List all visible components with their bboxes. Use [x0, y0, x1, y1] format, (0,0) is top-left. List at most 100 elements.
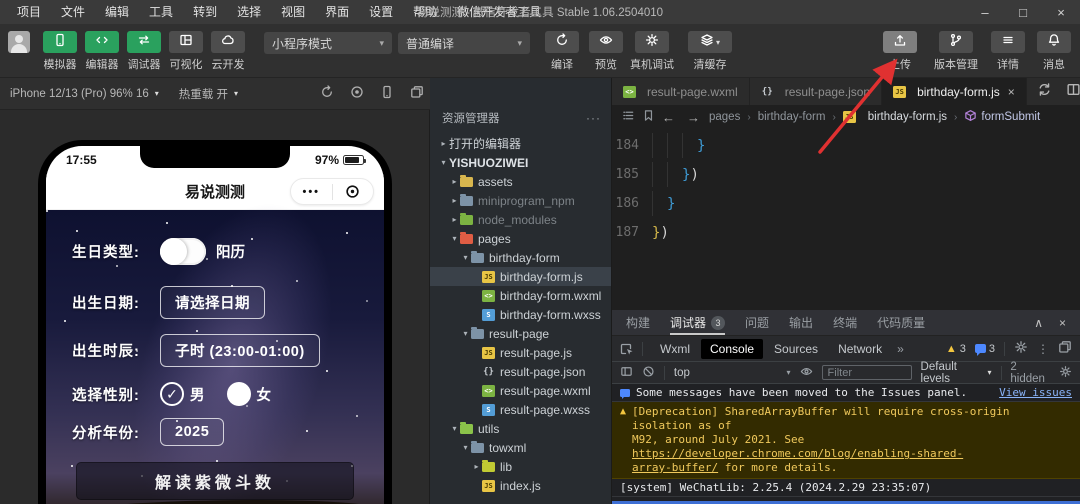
menu-item-1[interactable]: 文件 [52, 0, 94, 24]
file-tree-item[interactable]: Sresult-page.wxss [430, 400, 611, 419]
file-tree-item[interactable]: JS result-page.js [430, 343, 611, 362]
device-debug-button[interactable] [635, 31, 669, 53]
clear-cache-action[interactable]: ▾ 清缓存 [684, 31, 736, 72]
visualization-button[interactable] [169, 31, 203, 53]
more-tabs-icon[interactable]: » [893, 342, 908, 356]
year-input[interactable]: 2025 [160, 418, 225, 446]
menu-item-4[interactable]: 转到 [184, 0, 226, 24]
gender-option-male[interactable]: ✓ 男 [160, 382, 205, 406]
file-tree-item[interactable]: JS index.js [430, 476, 611, 495]
close-tab-icon[interactable]: × [1008, 85, 1015, 99]
file-tree-item[interactable]: <> result-page.wxml [430, 381, 611, 400]
clear-console-icon[interactable] [642, 365, 655, 381]
messages-action[interactable]: 消息 [1032, 31, 1076, 72]
code-area[interactable]: 184} 185}) 186} 187}) [612, 129, 1080, 247]
menu-item-5[interactable]: 选择 [228, 0, 270, 24]
menu-item-8[interactable]: 设置 [360, 0, 402, 24]
gear-icon[interactable] [1014, 340, 1028, 357]
warning-link[interactable]: array-buffer/ [632, 461, 718, 474]
detach-window-icon[interactable] [410, 85, 424, 102]
upload-button[interactable] [883, 31, 917, 53]
panel-tab-debugger[interactable]: 调试器 3 [670, 310, 726, 335]
device-debug-action[interactable]: 真机调试 [626, 31, 678, 72]
messages-button[interactable] [1037, 31, 1071, 53]
menu-item-2[interactable]: 编辑 [96, 0, 138, 24]
editor-button[interactable] [85, 31, 119, 53]
file-tree-item[interactable]: JS birthday-form.js [430, 267, 611, 286]
file-tree-item[interactable]: <> birthday-form.wxml [430, 286, 611, 305]
devtools-tab-network[interactable]: Network [829, 339, 891, 359]
console-output[interactable]: Some messages have been moved to the Iss… [612, 384, 1080, 504]
file-tree-item[interactable]: ▸ miniprogram_npm [430, 191, 611, 210]
warning-count[interactable]: ▲ 3 [946, 343, 966, 355]
file-tree-item[interactable]: ▾ YISHUOZIWEI [430, 153, 611, 172]
visualization-toggle[interactable]: 可视化 [164, 31, 208, 72]
editor-tab-result-page-wxml[interactable]: <> result-page.wxml [612, 78, 750, 105]
details-button[interactable] [991, 31, 1025, 53]
file-tree-item[interactable]: ▸ assets [430, 172, 611, 191]
log-levels-select[interactable]: Default levels ▾ [921, 361, 992, 385]
bookmark-icon[interactable] [642, 109, 655, 125]
close-panel-icon[interactable]: × [1059, 316, 1066, 330]
inspect-element-icon[interactable] [620, 341, 643, 356]
close-button[interactable]: × [1042, 0, 1080, 24]
user-avatar[interactable] [8, 31, 30, 53]
message-count[interactable]: 3 [974, 343, 995, 356]
breadcrumb-symbol[interactable]: formSubmit [964, 109, 1040, 125]
live-expression-eye-icon[interactable] [800, 365, 813, 381]
exit-target-button[interactable] [333, 184, 374, 199]
panel-tab-problems[interactable]: 问题 [745, 310, 769, 335]
file-tree-item[interactable]: {} result-page.json [430, 362, 611, 381]
filter-input[interactable] [821, 365, 912, 380]
editor-tab-result-page-json[interactable]: {} result-page.json [750, 78, 883, 105]
calendar-type-toggle[interactable] [160, 238, 206, 265]
devtools-tab-console[interactable]: Console [701, 338, 764, 359]
view-issues-link[interactable]: View issues [999, 386, 1072, 399]
code-line-187[interactable]: 187}) [612, 218, 1080, 247]
editor-toggle[interactable]: 编辑器 [80, 31, 124, 72]
upload-action[interactable]: 上传 [878, 31, 922, 72]
devtools-tab-wxml[interactable]: Wxml [651, 339, 699, 359]
console-sidebar-icon[interactable] [620, 365, 633, 381]
clear-cache-button[interactable]: ▾ [688, 31, 732, 53]
compile-mode-select[interactable]: 普通编译 ▾ [398, 32, 530, 54]
compile-button[interactable] [545, 31, 579, 53]
simulator-toggle[interactable]: 模拟器 [38, 31, 82, 72]
breadcrumb-file[interactable]: birthday-form.js [868, 111, 947, 123]
simulator-button[interactable] [43, 31, 77, 53]
file-tree-item[interactable]: ▸ 打开的编辑器 [430, 134, 611, 153]
file-tree-item[interactable]: ▸ node_modules [430, 210, 611, 229]
more-actions-icon[interactable]: ··· [586, 111, 601, 125]
context-select[interactable]: top ▾ [674, 367, 791, 379]
warning-link[interactable]: https://developer.chrome.com/blog/enabli… [632, 447, 963, 460]
mode-select[interactable]: 小程序模式 ▾ [264, 32, 392, 54]
console-settings-gear-icon[interactable] [1059, 365, 1072, 381]
breadcrumb-folder[interactable]: pages [709, 111, 740, 123]
sync-icon[interactable] [1037, 82, 1052, 102]
menu-item-6[interactable]: 视图 [272, 0, 314, 24]
devtools-tab-sources[interactable]: Sources [765, 339, 827, 359]
preview-action[interactable]: 预览 [580, 31, 632, 72]
panel-tab-terminal[interactable]: 终端 [833, 310, 857, 335]
debugger-toggle[interactable]: 调试器 [122, 31, 166, 72]
version-manage-button[interactable] [939, 31, 973, 53]
cloud-dev-button[interactable] [211, 31, 245, 53]
hot-reload-select[interactable]: 热重载 开 ▾ [169, 86, 248, 102]
record-icon[interactable] [350, 85, 364, 102]
navigate-forward-icon[interactable]: → [687, 110, 700, 125]
split-editor-icon[interactable] [1066, 82, 1080, 102]
details-action[interactable]: 详情 [986, 31, 1030, 72]
collapse-panel-icon[interactable]: ∧ [1034, 316, 1043, 330]
panel-tab-code-quality[interactable]: 代码质量 [877, 310, 925, 335]
file-tree-item[interactable]: Sbirthday-form.wxss [430, 305, 611, 324]
file-tree-item[interactable]: ▾ birthday-form [430, 248, 611, 267]
breadcrumb-folder[interactable]: birthday-form [758, 111, 826, 123]
file-tree-item[interactable]: ▸ lib [430, 457, 611, 476]
minimize-button[interactable]: – [966, 0, 1004, 24]
debugger-button[interactable] [127, 31, 161, 53]
file-tree-item[interactable]: ▾ utils [430, 419, 611, 438]
dock-side-icon[interactable] [1058, 340, 1072, 357]
preview-button[interactable] [589, 31, 623, 53]
maximize-button[interactable]: □ [1004, 0, 1042, 24]
outline-icon[interactable] [622, 109, 635, 125]
